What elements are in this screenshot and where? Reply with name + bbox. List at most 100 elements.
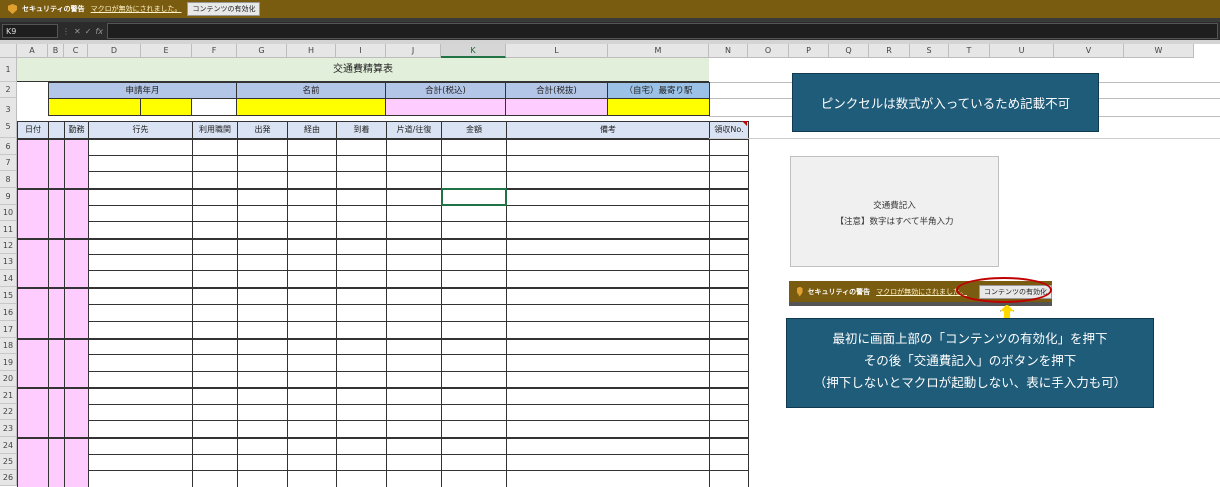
table-cell[interactable] (386, 221, 442, 239)
table-cell[interactable] (709, 454, 749, 471)
table-cell[interactable] (506, 238, 710, 255)
table-cell[interactable] (88, 420, 193, 438)
table-cell[interactable] (287, 437, 337, 455)
table-cell[interactable] (237, 338, 288, 355)
table-cell[interactable] (386, 238, 442, 255)
table-cell[interactable] (287, 171, 337, 189)
table-cell[interactable] (506, 254, 710, 271)
table-cell[interactable] (88, 188, 193, 206)
table-cell[interactable] (506, 371, 710, 388)
table-cell[interactable] (386, 270, 442, 288)
row-header-8[interactable]: 8 (0, 171, 17, 188)
table-cell[interactable] (17, 437, 49, 455)
column-header-g[interactable]: G (237, 44, 287, 58)
table-cell[interactable] (386, 454, 442, 471)
table-cell[interactable] (506, 354, 710, 372)
table-cell[interactable] (64, 171, 89, 189)
table-cell[interactable] (441, 454, 507, 471)
table-cell[interactable] (192, 437, 238, 455)
table-cell[interactable] (17, 371, 49, 388)
table-cell[interactable] (17, 188, 49, 206)
input-blank[interactable] (191, 98, 237, 116)
table-cell[interactable] (88, 454, 193, 471)
table-cell[interactable] (709, 404, 749, 421)
table-cell[interactable] (441, 171, 507, 189)
table-cell[interactable] (192, 354, 238, 372)
table-cell[interactable] (336, 321, 387, 339)
table-cell[interactable] (709, 238, 749, 255)
table-cell[interactable] (237, 171, 288, 189)
table-cell[interactable] (17, 287, 49, 305)
table-cell[interactable] (336, 454, 387, 471)
row-header-13[interactable]: 13 (0, 254, 17, 270)
macro-disabled-link[interactable]: マクロが無効にされました。 (91, 4, 182, 14)
table-cell[interactable] (192, 270, 238, 288)
column-header-u[interactable]: U (990, 44, 1054, 58)
table-cell[interactable] (709, 420, 749, 438)
table-cell[interactable] (441, 404, 507, 421)
table-cell[interactable] (441, 420, 507, 438)
table-cell[interactable] (64, 354, 89, 372)
table-cell[interactable] (386, 437, 442, 455)
row-header-16[interactable]: 16 (0, 304, 17, 321)
table-cell[interactable] (17, 205, 49, 222)
table-cell[interactable] (48, 420, 65, 438)
table-cell[interactable] (709, 171, 749, 189)
table-cell[interactable] (386, 420, 442, 438)
table-cell[interactable] (88, 171, 193, 189)
row-header-2[interactable]: 2 (0, 82, 17, 98)
table-cell[interactable] (506, 470, 710, 487)
column-header-v[interactable]: V (1054, 44, 1124, 58)
table-cell[interactable] (237, 404, 288, 421)
table-cell[interactable] (17, 470, 49, 487)
table-cell[interactable] (192, 138, 238, 156)
table-cell[interactable] (506, 420, 710, 438)
table-cell[interactable] (237, 304, 288, 322)
table-cell[interactable] (336, 404, 387, 421)
table-cell[interactable] (287, 470, 337, 487)
table-cell[interactable] (441, 254, 507, 271)
table-cell[interactable] (709, 338, 749, 355)
table-cell[interactable] (506, 270, 710, 288)
table-cell[interactable] (336, 238, 387, 255)
table-cell[interactable] (64, 254, 89, 271)
table-cell[interactable] (237, 420, 288, 438)
column-header-a[interactable]: A (17, 44, 48, 58)
table-cell[interactable] (64, 188, 89, 206)
table-cell[interactable] (192, 454, 238, 471)
row-header-24[interactable]: 24 (0, 437, 17, 454)
table-cell[interactable] (192, 171, 238, 189)
table-cell[interactable] (237, 155, 288, 172)
table-cell[interactable] (506, 321, 710, 339)
table-cell[interactable] (709, 371, 749, 388)
table-cell[interactable] (64, 437, 89, 455)
table-cell[interactable] (287, 371, 337, 388)
table-cell[interactable] (386, 188, 442, 206)
row-header-25[interactable]: 25 (0, 454, 17, 470)
insert-function-icon[interactable]: fx (95, 27, 103, 36)
table-cell[interactable] (287, 304, 337, 322)
table-cell[interactable] (88, 470, 193, 487)
table-cell[interactable] (237, 238, 288, 255)
table-cell[interactable] (506, 437, 710, 455)
table-cell[interactable] (17, 221, 49, 239)
table-cell[interactable] (237, 188, 288, 206)
table-cell[interactable] (192, 238, 238, 255)
table-cell[interactable] (287, 238, 337, 255)
table-cell[interactable] (336, 221, 387, 239)
table-cell[interactable] (64, 420, 89, 438)
table-cell[interactable] (287, 404, 337, 421)
table-cell[interactable] (64, 404, 89, 421)
table-cell[interactable] (48, 387, 65, 405)
table-cell[interactable] (64, 321, 89, 339)
column-header-t[interactable]: T (949, 44, 990, 58)
table-cell[interactable] (506, 188, 710, 206)
table-cell[interactable] (192, 420, 238, 438)
table-cell[interactable] (48, 171, 65, 189)
table-cell[interactable] (48, 238, 65, 255)
table-cell[interactable] (386, 371, 442, 388)
table-cell[interactable] (709, 155, 749, 172)
table-cell[interactable] (441, 321, 507, 339)
row-header-19[interactable]: 19 (0, 354, 17, 371)
input-name[interactable] (236, 98, 386, 116)
